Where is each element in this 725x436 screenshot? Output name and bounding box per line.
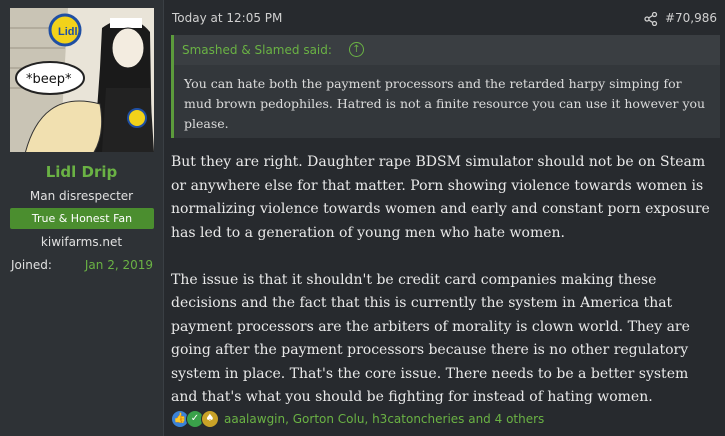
quote-header: Smashed & Slamed said: ↑ — [174, 35, 720, 65]
avatar-caption: *beep* — [26, 72, 72, 87]
user-site: kiwifarms.net — [40, 235, 123, 249]
user-info-panel: Lidl *beep* Lidl Drip Man disrespecter T… — [0, 0, 164, 436]
joined-date: Jan 2, 2019 — [84, 258, 153, 272]
reaction-users[interactable]: aaalawgin, Gorton Colu, h3catoncheries a… — [224, 412, 544, 426]
share-icon[interactable] — [644, 11, 658, 27]
forum-post: Lidl *beep* Lidl Drip Man disrespecter T… — [0, 0, 725, 436]
post-paragraph: But they are right. Daughter rape BDSM s… — [171, 154, 710, 241]
user-banner: True & Honest Fan — [10, 208, 154, 229]
quote-block: Smashed & Slamed said: ↑ You can hate bo… — [171, 35, 720, 138]
post-main: Today at 12:05 PM #70,986 Smashed & Slam… — [164, 0, 725, 436]
post-number[interactable]: #70,986 — [665, 11, 717, 25]
joined-label: Joined: — [11, 258, 52, 272]
avatar-image: Lidl *beep* — [10, 8, 154, 152]
avatar[interactable]: Lidl *beep* — [10, 8, 154, 152]
post-timestamp[interactable]: Today at 12:05 PM — [172, 11, 282, 25]
quote-text: You can hate both the payment processors… — [184, 76, 706, 131]
reaction-bar[interactable]: 👍 ✓ ♠ aaalawgin, Gorton Colu, h3catonche… — [171, 410, 544, 428]
pineapple-icon: ♠ — [201, 410, 219, 428]
post-paragraph: The issue is that it shouldn't be credit… — [171, 271, 690, 406]
arrow-up-icon[interactable]: ↑ — [349, 42, 364, 57]
username[interactable]: Lidl Drip — [0, 163, 163, 181]
avatar-logo-text: Lidl — [58, 26, 78, 38]
post-body: But they are right. Daughter rape BDSM s… — [171, 151, 719, 433]
quote-author[interactable]: Smashed & Slamed said: — [182, 43, 332, 57]
user-title: Man disrespecter — [29, 189, 134, 203]
